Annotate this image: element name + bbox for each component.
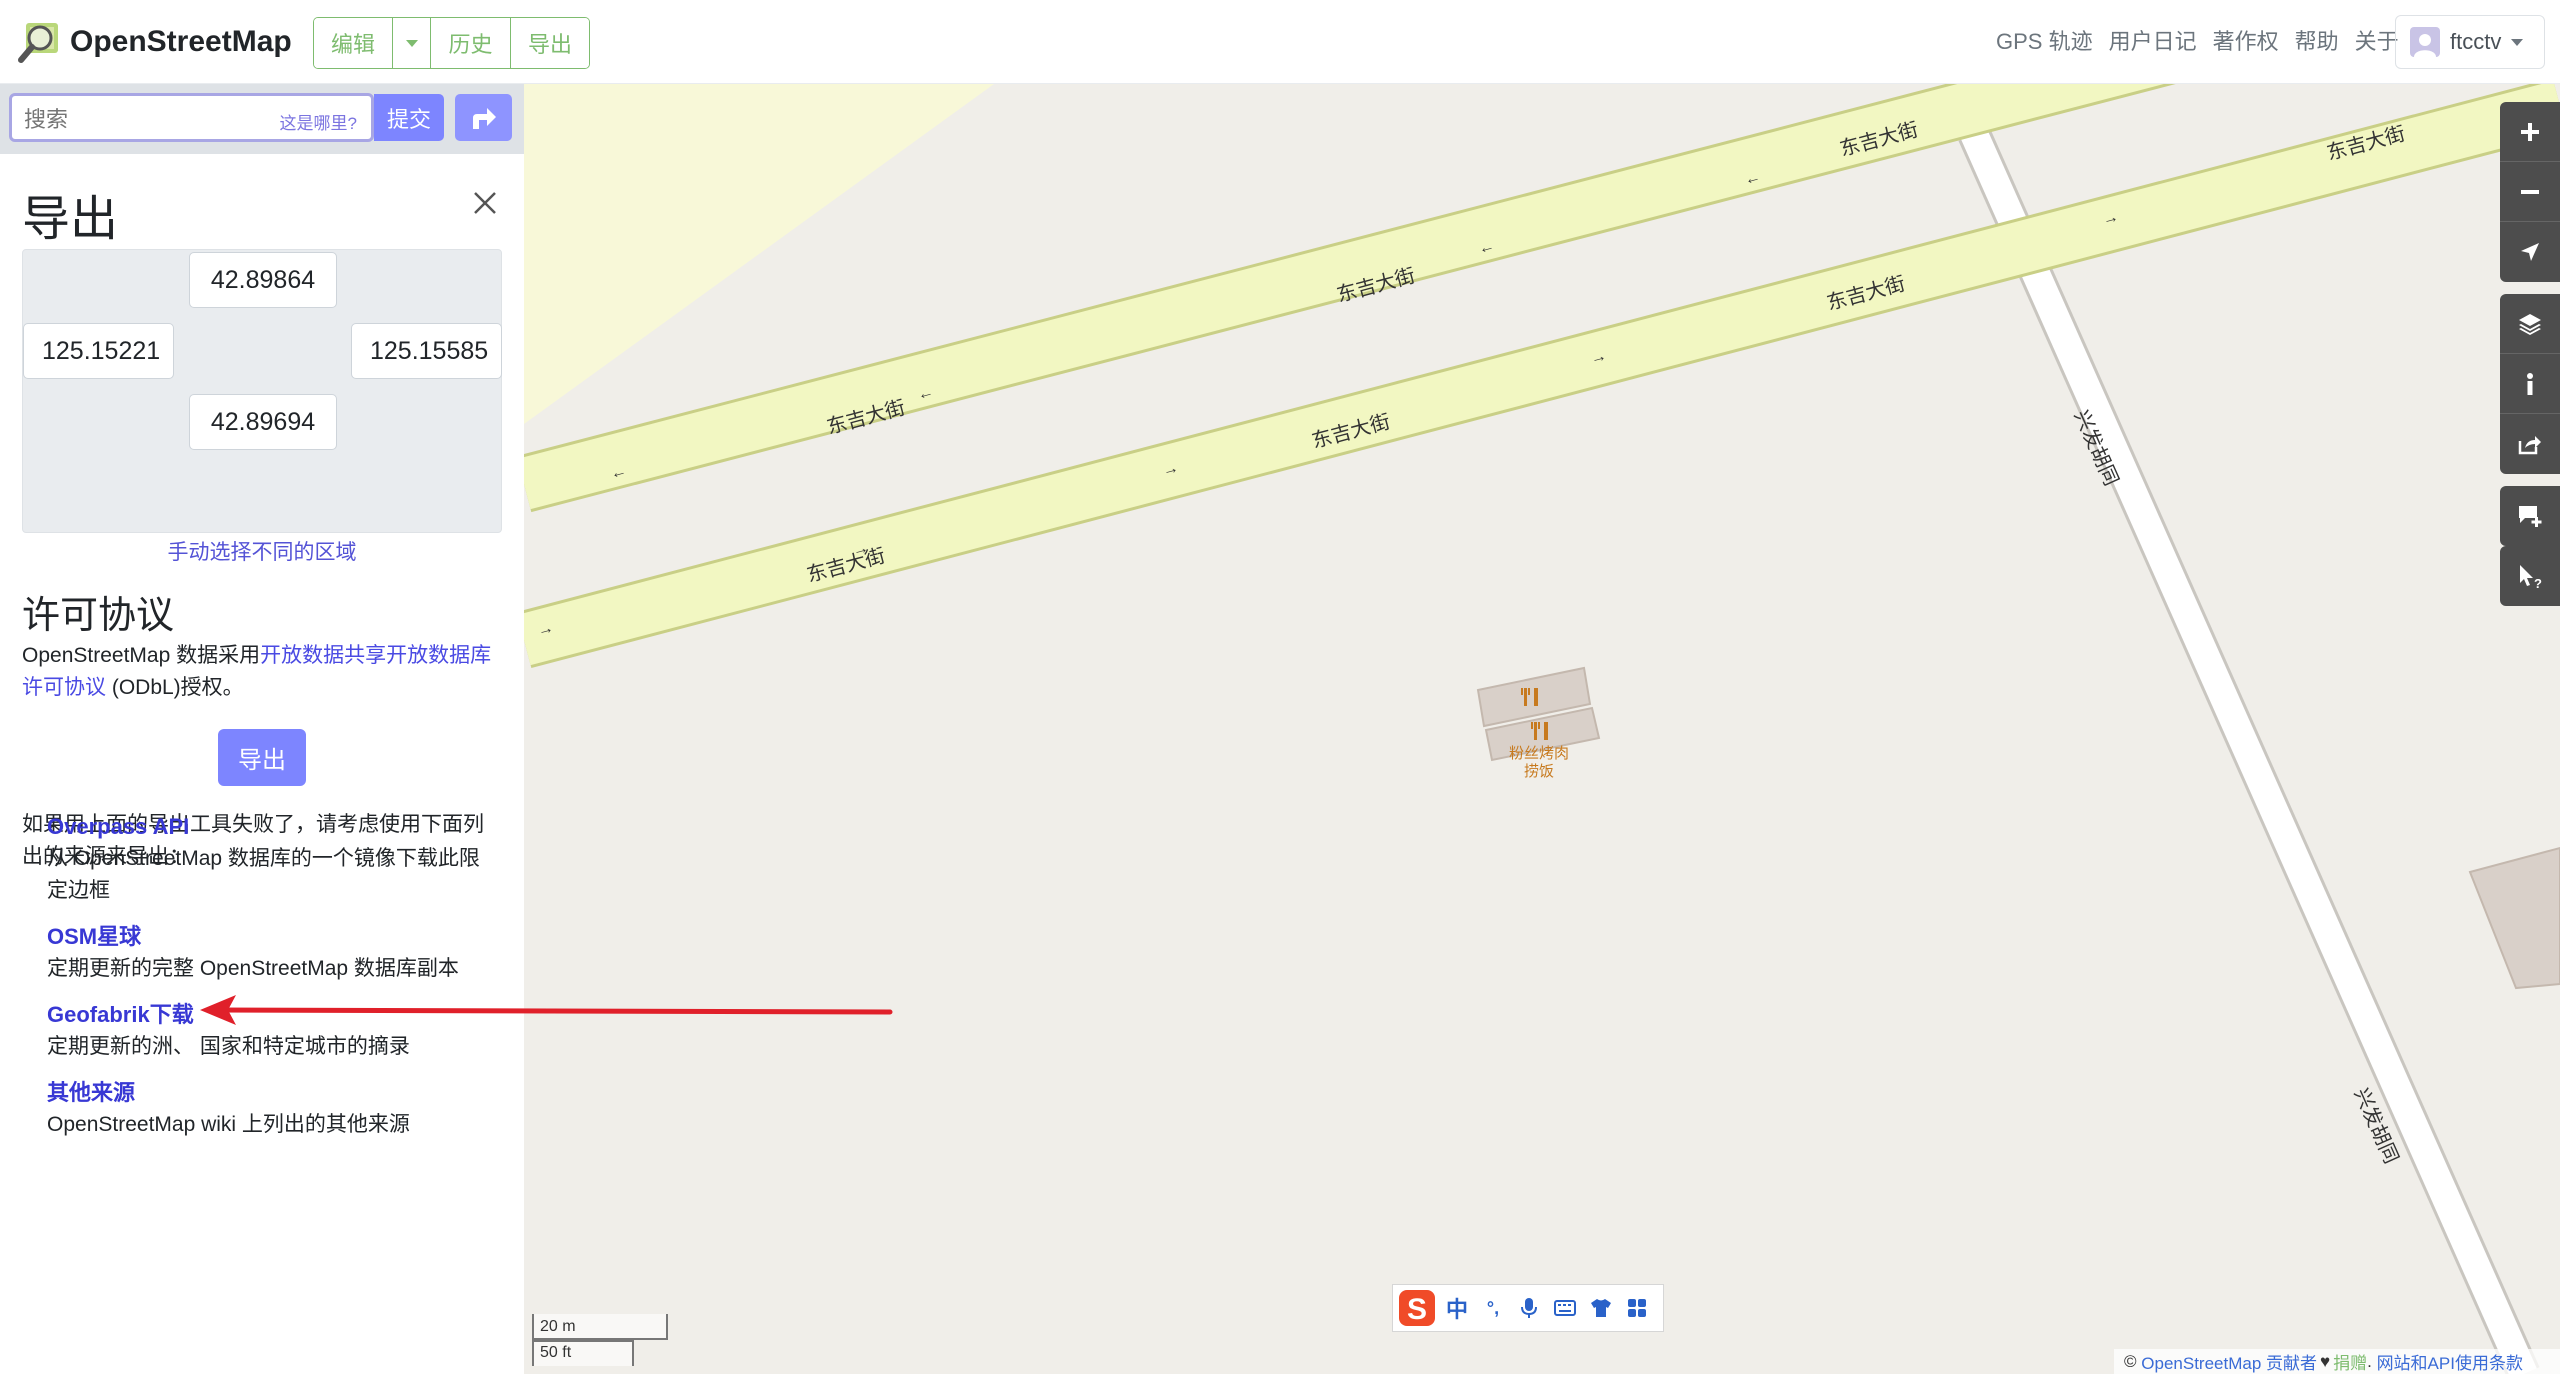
note-controls <box>2500 486 2560 546</box>
magnifier-logo-icon <box>18 23 58 63</box>
source-description: 定期更新的完整 OpenStreetMap 数据库副本 <box>47 957 459 980</box>
building[interactable] <box>2468 846 2560 990</box>
top-header: OpenStreetMap 编辑 历史 导出 GPS 轨迹 用户日记 著作权 帮… <box>0 0 2560 84</box>
top-nav: GPS 轨迹 用户日记 著作权 帮助 关于 <box>1996 24 2415 56</box>
poi-label: 捞饭 <box>1524 763 1554 780</box>
minus-icon <box>2521 189 2539 194</box>
license-heading: 许可协议 <box>22 595 175 637</box>
export-tab-button[interactable]: 导出 <box>511 18 589 68</box>
map-tools <box>2500 294 2560 474</box>
search-input[interactable] <box>24 107 264 133</box>
toolbox-grid-icon[interactable] <box>1619 1290 1655 1326</box>
cursor-question-icon: ? <box>2520 565 2542 589</box>
nav-help[interactable]: 帮助 <box>2295 24 2339 56</box>
user-menu-button[interactable]: ftcctv <box>2395 15 2545 69</box>
map-key-button[interactable] <box>2500 354 2560 414</box>
license-prefix: OpenStreetMap 数据采用 <box>22 644 261 667</box>
map-canvas[interactable]: ← ← ← ← → → → → → 东吉大街 东吉大街 东吉大街 东吉大街 东吉… <box>524 84 2560 1374</box>
search-field-wrapper: 这是哪里? <box>9 93 374 142</box>
user-icon <box>2414 34 2436 57</box>
zoom-out-button[interactable] <box>2500 162 2560 222</box>
edit-dropdown-button[interactable] <box>393 18 431 68</box>
skin-shirt-icon[interactable] <box>1583 1290 1619 1326</box>
source-geofabrik: Geofabrik下载 定期更新的洲、 国家和特定城市的摘录 <box>47 999 497 1063</box>
add-note-button[interactable] <box>2500 486 2560 546</box>
other-sources-link[interactable]: 其他来源 <box>47 1077 497 1109</box>
search-submit-button[interactable]: 提交 <box>374 94 444 141</box>
poi-label: 粉丝烤肉 <box>1509 745 1569 762</box>
svg-text:?: ? <box>2534 576 2542 589</box>
east-coordinate-input[interactable]: 125.15585 <box>351 323 502 379</box>
info-icon <box>2527 372 2533 395</box>
edit-button[interactable]: 编辑 <box>314 18 393 68</box>
directions-button[interactable] <box>455 94 512 141</box>
geofabrik-link[interactable]: Geofabrik下载 <box>47 999 497 1031</box>
source-other: 其他来源 OpenStreetMap wiki 上列出的其他来源 <box>47 1077 497 1141</box>
page-title: 导出 <box>22 193 119 246</box>
osm-logo[interactable]: OpenStreetMap <box>16 18 292 66</box>
map-attribution: © OpenStreetMap 贡献者 ♥ 捐赠. 网站和API使用条款 <box>2114 1349 2560 1374</box>
zoom-controls <box>2500 102 2560 282</box>
contributors-link[interactable]: OpenStreetMap 贡献者 <box>2141 1349 2317 1374</box>
search-bar: 这是哪里? 提交 <box>0 84 524 154</box>
scale-imperial-label: 50 ft <box>540 1344 572 1361</box>
manual-select-area-link[interactable]: 手动选择不同的区域 <box>0 536 524 566</box>
terms-link[interactable]: 网站和API使用条款 <box>2377 1349 2523 1374</box>
chevron-down-icon <box>405 39 418 47</box>
comment-plus-icon <box>2519 506 2542 527</box>
source-planet: OSM星球 定期更新的完整 OpenStreetMap 数据库副本 <box>47 921 497 985</box>
nav-gps-traces[interactable]: GPS 轨迹 <box>1996 24 2093 56</box>
avatar <box>2410 27 2440 57</box>
source-description: OpenStreetMap wiki 上列出的其他来源 <box>47 1113 410 1136</box>
chevron-down-icon <box>2511 38 2524 46</box>
source-overpass: Overpass API 从 OpenStreetMap 数据库的一个镜像下载此… <box>47 811 497 907</box>
source-description: 定期更新的洲、 国家和特定城市的摘录 <box>47 1035 410 1058</box>
where-is-this-link[interactable]: 这是哪里? <box>280 109 357 134</box>
donate-link[interactable]: 捐赠 <box>2333 1349 2367 1374</box>
street-labels: 东吉大街 东吉大街 东吉大街 东吉大街 东吉大街 东吉大街 东吉大街 兴发胡同 … <box>804 118 2407 1167</box>
ime-punctuation-toggle[interactable]: °, <box>1475 1290 1511 1326</box>
ime-toolbar: S 中 °, <box>1392 1284 1664 1332</box>
scale-metric-label: 20 m <box>540 1318 576 1335</box>
layers-button[interactable] <box>2500 294 2560 354</box>
south-coordinate-input[interactable]: 42.89694 <box>189 394 337 450</box>
layers-icon <box>2519 313 2541 335</box>
planet-osm-link[interactable]: OSM星球 <box>47 921 497 953</box>
sidebar: 这是哪里? 提交 导出 42.89864 125.15221 125.15585… <box>0 84 524 1374</box>
export-button[interactable]: 导出 <box>218 729 306 786</box>
svg-text:S: S <box>1407 1293 1427 1326</box>
close-icon[interactable] <box>470 188 500 218</box>
query-controls: ? <box>2500 546 2560 606</box>
share-button[interactable] <box>2500 414 2560 474</box>
license-suffix: (ODbL)授权。 <box>106 676 244 699</box>
query-features-button[interactable]: ? <box>2500 546 2560 606</box>
west-coordinate-input[interactable]: 125.15221 <box>23 323 174 379</box>
bounding-box-panel: 42.89864 125.15221 125.15585 42.89694 <box>22 249 502 533</box>
nav-user-diaries[interactable]: 用户日记 <box>2109 24 2197 56</box>
heart-icon: ♥ <box>2320 1351 2331 1371</box>
history-button[interactable]: 历史 <box>431 18 511 68</box>
microphone-icon[interactable] <box>1511 1290 1547 1326</box>
share-icon <box>2518 436 2541 455</box>
directions-icon <box>472 107 496 129</box>
nav-copyright[interactable]: 著作权 <box>2213 24 2279 56</box>
plus-icon <box>2521 122 2539 141</box>
license-text: OpenStreetMap 数据采用开放数据共享开放数据库许可协议 (ODbL)… <box>22 640 502 704</box>
ime-language-toggle[interactable]: 中 <box>1439 1290 1475 1326</box>
sogou-logo-icon[interactable]: S <box>1395 1286 1439 1330</box>
overpass-api-link[interactable]: Overpass API <box>47 811 497 843</box>
locate-button[interactable] <box>2500 222 2560 282</box>
source-description: 从 OpenStreetMap 数据库的一个镜像下载此限定边框 <box>47 847 480 902</box>
edit-button-group: 编辑 历史 导出 <box>313 17 590 69</box>
nav-about[interactable]: 关于 <box>2355 24 2399 56</box>
copyright-symbol: © <box>2124 1351 2137 1371</box>
logo-text: OpenStreetMap <box>70 25 292 58</box>
map-view[interactable]: ← ← ← ← → → → → → 东吉大街 东吉大街 东吉大街 东吉大街 东吉… <box>524 84 2560 1374</box>
zoom-in-button[interactable] <box>2500 102 2560 162</box>
side-street[interactable] <box>1961 128 2537 1374</box>
keyboard-icon[interactable] <box>1547 1290 1583 1326</box>
location-arrow-icon <box>2521 243 2539 261</box>
username: ftcctv <box>2450 29 2502 54</box>
north-coordinate-input[interactable]: 42.89864 <box>189 252 337 308</box>
